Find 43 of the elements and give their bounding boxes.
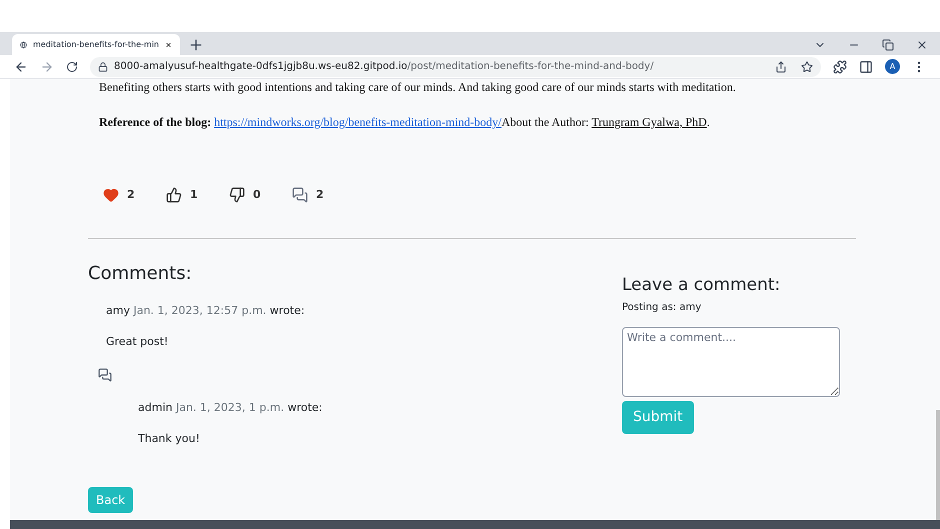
back-arrow-icon[interactable] (14, 60, 28, 74)
posting-as-text: Posting as: amy (622, 300, 702, 315)
reference-text: Reference of the blog: https://mindworks.org/blog/benefits-meditation-mind-body/About the Author: Trungram Gyalwa, PhD. (99, 114, 711, 131)
close-icon[interactable] (916, 39, 928, 51)
stat-count: 0 (253, 187, 261, 203)
comment-author: admin (138, 401, 172, 414)
reply-icon[interactable] (98, 368, 112, 382)
comment-date: Jan. 1, 2023, 1 p.m. (176, 401, 284, 414)
scrollbar-thumb[interactable] (936, 410, 940, 520)
thumbs-down-icon[interactable] (229, 187, 245, 204)
stat-count: 2 (127, 187, 135, 203)
comment-label: wrote: (270, 304, 305, 317)
browser-tab[interactable]: meditation-benefits-for-the-min (12, 34, 180, 55)
puzzle-icon[interactable] (833, 60, 847, 74)
heart-icon[interactable] (103, 187, 119, 204)
thumbs-up-icon[interactable] (166, 187, 182, 204)
address-bar[interactable]: 8000-amalyusuf-healthgate-0dfs1jgjb8u.ws-eu82.gitpod.io/post/meditation-benefits-for-the-mind-and-body/ (90, 56, 821, 76)
speech-bubbles-icon (292, 187, 308, 204)
share-icon[interactable] (775, 60, 787, 72)
comment-date: Jan. 1, 2023, 12:57 p.m. (133, 304, 266, 317)
reference-link[interactable]: https://mindworks.org/blog/benefits-meditation-mind-body/ (214, 115, 502, 129)
comments-heading: Comments: (88, 262, 193, 285)
side-panel-icon[interactable] (859, 60, 873, 74)
tab-title: meditation-benefits-for-the-min (33, 38, 159, 50)
star-icon[interactable] (801, 60, 813, 72)
post-paragraph: Benefiting others starts with good intentions and taking care of our minds. And taking good care of our minds starts with meditation. (99, 80, 737, 95)
forward-arrow-icon[interactable] (40, 60, 54, 74)
restore-icon[interactable] (882, 39, 894, 51)
form-heading: Leave a comment: (622, 274, 782, 296)
comment-label: wrote: (288, 401, 322, 414)
profile-avatar[interactable]: A (885, 59, 900, 74)
reload-icon[interactable] (66, 60, 78, 72)
new-tab-icon[interactable] (188, 37, 204, 53)
lock-icon (98, 62, 108, 72)
comment-text: Thank you! (138, 430, 201, 446)
comment-author: amy (106, 304, 130, 317)
author-link[interactable]: Trungram Gyalwa, PhD (592, 115, 707, 129)
stat-count: 1 (190, 187, 198, 203)
stat-count: 2 (316, 187, 324, 203)
comment-field[interactable]: Write a comment.... (622, 326, 840, 397)
comment-text: Great post! (106, 334, 170, 350)
url-host: 8000-amalyusuf-healthgate-0dfs1jgjb8u.ws-eu82.gitpod.io (114, 61, 408, 72)
url-path: /post/meditation-benefits-for-the-mind-and-body/ (407, 61, 654, 72)
